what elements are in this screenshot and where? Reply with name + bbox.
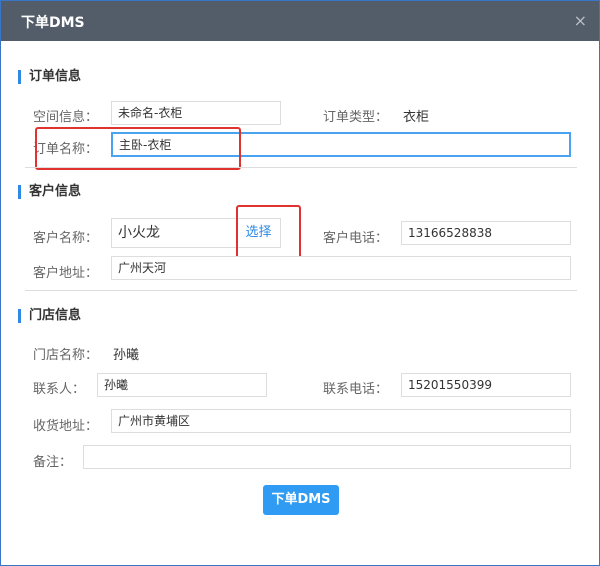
close-icon[interactable]: × bbox=[574, 11, 587, 30]
contact-phone-label: 联系电话： bbox=[323, 382, 389, 397]
customer-name-field[interactable]: 小火龙 bbox=[111, 218, 237, 248]
select-customer-button[interactable]: 选择 bbox=[237, 218, 281, 248]
order-type-value: 衣柜 bbox=[403, 110, 430, 125]
contact-label: 联系人： bbox=[33, 382, 86, 397]
store-name-label: 门店名称： bbox=[33, 348, 99, 363]
divider bbox=[25, 167, 577, 168]
ship-address-label: 收货地址： bbox=[33, 419, 99, 434]
contact-phone-field[interactable]: 15201550399 bbox=[401, 373, 571, 397]
space-info-field[interactable]: 未命名-衣柜 bbox=[111, 101, 281, 125]
customer-address-label: 客户地址： bbox=[33, 266, 99, 281]
contact-field[interactable]: 孙曦 bbox=[97, 373, 267, 397]
note-label: 备注： bbox=[33, 455, 73, 470]
dialog-titlebar: 下单DMS × bbox=[1, 1, 599, 41]
order-type-label: 订单类型： bbox=[323, 110, 389, 125]
divider bbox=[25, 290, 577, 291]
order-dialog: 下单DMS × 订单信息 空间信息： 未命名-衣柜 订单类型： 衣柜 订单名称：… bbox=[0, 0, 600, 566]
store-name-value: 孙曦 bbox=[113, 348, 140, 363]
submit-dms-button[interactable]: 下单DMS bbox=[263, 485, 339, 515]
section-store-info: 门店信息 bbox=[18, 309, 81, 323]
customer-name-label: 客户名称： bbox=[33, 231, 99, 246]
section-customer-info: 客户信息 bbox=[18, 185, 81, 199]
dialog-title: 下单DMS bbox=[21, 15, 85, 31]
order-name-input[interactable]: 主卧-衣柜 bbox=[111, 132, 571, 157]
ship-address-field[interactable]: 广州市黄埔区 bbox=[111, 409, 571, 433]
section-order-info: 订单信息 bbox=[18, 70, 81, 84]
customer-phone-label: 客户电话： bbox=[323, 231, 389, 246]
order-name-label: 订单名称： bbox=[33, 142, 99, 157]
customer-phone-field[interactable]: 13166528838 bbox=[401, 221, 571, 245]
note-input[interactable] bbox=[83, 445, 571, 469]
customer-address-field[interactable]: 广州天河 bbox=[111, 256, 571, 280]
space-info-label: 空间信息： bbox=[33, 110, 99, 125]
